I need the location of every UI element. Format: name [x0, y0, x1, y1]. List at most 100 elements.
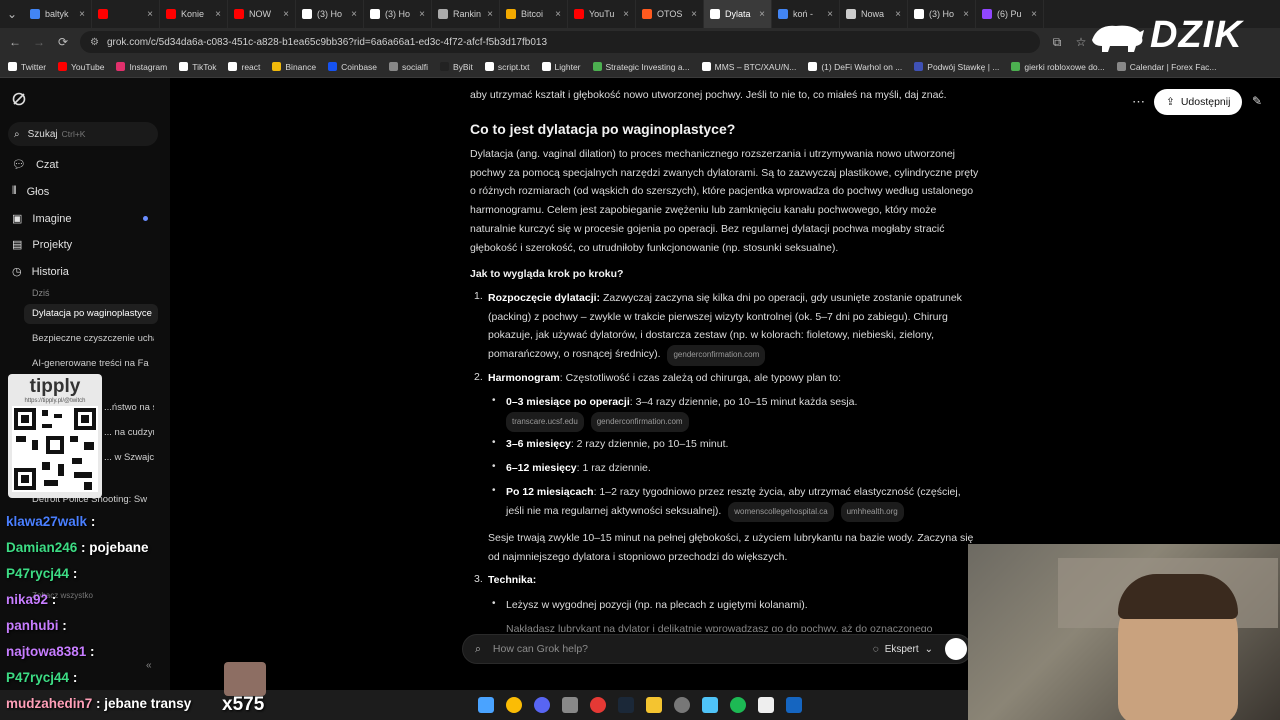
browser-tab[interactable]: (3) Ho × — [364, 0, 432, 28]
bookmark-item[interactable]: react — [228, 62, 260, 72]
voice-input-icon[interactable] — [945, 638, 967, 660]
reload-icon[interactable]: ⟳ — [56, 35, 70, 49]
app-icon[interactable] — [758, 697, 774, 713]
chrome-icon[interactable] — [506, 697, 522, 713]
app-icon[interactable] — [702, 697, 718, 713]
url-bar[interactable]: ⚙ grok.com/c/5d34da6a-c083-451c-a828-b1e… — [80, 31, 1040, 53]
grok-logo-icon[interactable] — [12, 92, 26, 106]
history-item[interactable]: Bezpieczne czyszczenie ucha — [32, 333, 154, 344]
history-item[interactable]: ... na cudzym — [104, 427, 154, 438]
close-tab-icon[interactable]: × — [623, 9, 629, 20]
browser-tab[interactable]: baltyk × — [24, 0, 92, 28]
history-item[interactable]: Dylatacja po waginoplastyce — [32, 308, 154, 319]
sidebar-item-label: Historia — [31, 265, 69, 278]
new-chat-icon[interactable]: ✎ — [1252, 94, 1262, 108]
browser-tab[interactable]: Dylata × — [704, 0, 772, 28]
history-item[interactable]: ... w Szwajcar — [104, 452, 154, 463]
bookmark-item[interactable]: gierki robloxowe do... — [1011, 62, 1105, 72]
bookmark-item[interactable]: Podwój Stawkę | ... — [914, 62, 999, 72]
close-tab-icon[interactable]: × — [895, 9, 901, 20]
browser-tab[interactable]: NOW × — [228, 0, 296, 28]
close-tab-icon[interactable]: × — [487, 9, 493, 20]
sidebar-item-czat[interactable]: 💬︎ Czat — [12, 158, 59, 172]
browser-tab[interactable]: Rankin × — [432, 0, 500, 28]
browser-tab[interactable]: koń - × — [772, 0, 840, 28]
back-icon[interactable]: ← — [8, 35, 22, 49]
bookmark-item[interactable]: Strategic Investing a... — [592, 62, 690, 72]
close-tab-icon[interactable]: × — [963, 9, 969, 20]
folder-icon: ▤ — [12, 239, 23, 251]
sidebar-item-glos[interactable]: ⫴ Głos — [12, 185, 49, 198]
bookmark-item[interactable]: ByBit — [440, 62, 473, 72]
sidebar-item-label: Czat — [35, 158, 59, 171]
close-tab-icon[interactable]: × — [79, 9, 85, 20]
sidebar-item-imagine[interactable]: ▣ Imagine — [12, 212, 72, 226]
bookmark-favicon-icon — [592, 62, 602, 71]
bookmark-item[interactable]: Binance — [272, 62, 316, 72]
bookmark-item[interactable]: socialfi — [389, 62, 428, 72]
app-icon[interactable] — [590, 697, 606, 713]
close-tab-icon[interactable]: × — [147, 9, 153, 20]
steam-icon[interactable] — [618, 697, 634, 713]
browser-tab[interactable]: (3) Ho × — [296, 0, 364, 28]
bookmark-item[interactable]: MMS – BTC/XAU/N... — [701, 62, 796, 72]
close-tab-icon[interactable]: × — [827, 9, 833, 20]
bookmark-item[interactable]: Instagram — [116, 62, 167, 72]
attach-icon[interactable]: ⌕ — [475, 643, 481, 656]
start-icon[interactable] — [478, 697, 494, 713]
bookmark-item[interactable]: Lighter — [541, 62, 581, 72]
bookmark-item[interactable]: Calendar | Forex Fac... — [1116, 62, 1217, 72]
source-chip[interactable]: genderconfirmation.com — [590, 411, 689, 433]
tab-list-icon[interactable]: ⌄ — [0, 7, 24, 21]
source-chip[interactable]: transcare.ucsf.edu — [506, 411, 584, 433]
browser-tab[interactable]: Bitcoi × — [500, 0, 568, 28]
browser-tab[interactable]: OTOS × — [636, 0, 704, 28]
close-tab-icon[interactable]: × — [759, 9, 765, 20]
discord-icon[interactable] — [534, 697, 550, 713]
chat-input[interactable]: ⌕ How can Grok help? ◌ Ekspert ⌄ — [462, 634, 972, 664]
browser-tab[interactable]: Konie × — [160, 0, 228, 28]
close-tab-icon[interactable]: × — [691, 9, 697, 20]
history-item[interactable]: AI-generowane treści na Fa — [32, 358, 154, 369]
source-chip[interactable]: womenscollegehospital.ca — [728, 501, 834, 523]
close-tab-icon[interactable]: × — [1031, 9, 1037, 20]
history-item[interactable]: ...ństwo na sa — [104, 402, 154, 413]
app-icon[interactable] — [562, 697, 578, 713]
source-chip[interactable]: genderconfirmation.com — [667, 345, 766, 366]
app-icon[interactable] — [786, 697, 802, 713]
share-button[interactable]: ⇪ Udostępnij — [1154, 89, 1243, 115]
bookmark-item[interactable]: Coinbase — [328, 62, 377, 72]
bullet-dot: • — [492, 485, 496, 496]
sidebar-search[interactable]: ⌕ Szukaj Ctrl+K — [8, 122, 158, 146]
sidebar-item-projekty[interactable]: ▤ Projekty — [12, 238, 72, 252]
more-options-icon[interactable]: ⋯ — [1132, 94, 1145, 110]
install-icon[interactable]: ⧉ — [1050, 35, 1064, 50]
bookmark-item[interactable]: Twitter — [8, 62, 46, 72]
bookmark-item[interactable]: YouTube — [58, 62, 104, 72]
collapse-sidebar-icon[interactable]: « — [146, 660, 152, 671]
bookmark-item[interactable]: script.txt — [484, 62, 530, 72]
close-tab-icon[interactable]: × — [215, 9, 221, 20]
browser-tab[interactable]: (6) Pu × — [976, 0, 1044, 28]
forward-icon[interactable]: → — [32, 35, 46, 49]
bookmark-item[interactable]: (1) DeFi Warhol on ... — [808, 62, 902, 72]
close-tab-icon[interactable]: × — [419, 9, 425, 20]
app-icon[interactable] — [674, 697, 690, 713]
browser-tab[interactable]: × — [92, 0, 160, 28]
browser-tab[interactable]: YouTu × — [568, 0, 636, 28]
browser-tab[interactable]: Nowa × — [840, 0, 908, 28]
spotify-icon[interactable] — [730, 697, 746, 713]
sidebar-item-historia[interactable]: ◷ Historia — [12, 265, 69, 279]
close-tab-icon[interactable]: × — [283, 9, 289, 20]
bookmark-star-icon[interactable]: ☆ — [1074, 35, 1088, 49]
close-tab-icon[interactable]: × — [351, 9, 357, 20]
browser-tab[interactable]: (3) Ho × — [908, 0, 976, 28]
mode-selector[interactable]: ◌ Ekspert ⌄ — [873, 644, 933, 655]
site-info-icon[interactable]: ⚙ — [90, 37, 99, 48]
source-chip[interactable]: umhhealth.org — [840, 501, 904, 523]
bookmark-label: react — [241, 61, 261, 72]
bookmark-item[interactable]: TikTok — [179, 62, 216, 72]
close-tab-icon[interactable]: × — [555, 9, 561, 20]
folder-icon[interactable] — [646, 697, 662, 713]
chat-username: nika92 — [6, 592, 49, 607]
